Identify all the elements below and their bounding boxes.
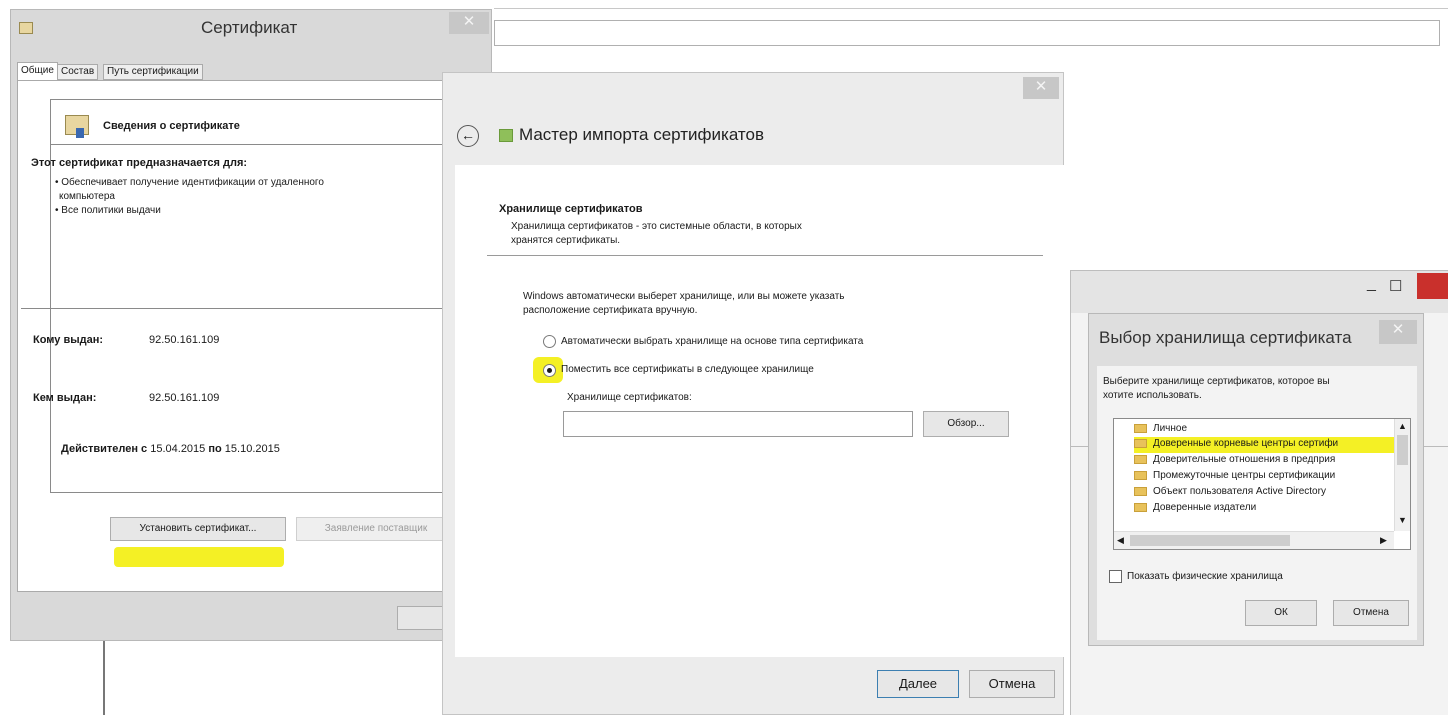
tree-item[interactable]: Промежуточные центры сертификации [1134,470,1335,481]
store-cancel-button[interactable]: Отмена [1333,600,1409,626]
minimize-button[interactable]: _ [1367,275,1387,299]
close-button[interactable]: ✕ [449,12,489,34]
show-physical-label: Показать физические хранилища [1127,571,1283,582]
certificate-dialog: Сертификат ✕ Общие Состав Путь сертифика… [10,9,492,641]
section-divider [487,255,1043,256]
purpose-item-2: • Все политики выдачи [55,205,161,216]
store-section-desc-1: Хранилища сертификатов - это системные о… [511,221,802,232]
certificate-info-heading: Сведения о сертификате [103,120,240,132]
browse-button[interactable]: Обзор... [923,411,1009,437]
purpose-heading: Этот сертификат предназначается для: [31,157,248,169]
store-field-label: Хранилище сертификатов: [567,392,692,403]
folder-icon [1134,486,1147,496]
store-dialog-title: Выбор хранилища сертификата [1099,328,1352,347]
issuer-statement-button: Заявление поставщик [296,517,456,541]
tree-item[interactable]: Объект пользователя Active Directory [1134,486,1326,497]
valid-from-label: Действителен с [61,443,148,455]
background-vertical-rule [103,640,105,715]
folder-icon [1134,502,1147,512]
issued-to-label: Кому выдан: [33,334,104,346]
certificate-icon [19,22,33,34]
back-button[interactable]: ← [457,125,479,147]
cancel-button[interactable]: Отмена [969,670,1055,698]
issued-by-label: Кем выдан: [33,392,97,404]
scroll-left-icon[interactable]: ◀ [1117,535,1124,546]
wizard-content: Хранилище сертификатов Хранилища сертифи… [455,165,1065,657]
tab-general[interactable]: Общие [17,62,58,80]
store-ok-button[interactable]: ОК [1245,600,1317,626]
purpose-item-1-cont: компьютера [59,191,115,202]
tree-item-label: Объект пользователя Active Directory [1153,486,1326,497]
radio-auto-store[interactable] [543,335,556,348]
scroll-thumb[interactable] [1397,435,1408,465]
show-physical-checkbox[interactable] [1109,570,1122,583]
vertical-scrollbar[interactable]: ▲ ▼ [1394,419,1410,531]
store-dialog-desc-2: хотите использовать. [1103,390,1202,401]
info-divider [51,144,489,145]
folder-icon [1134,454,1147,464]
details-divider [21,308,489,309]
tree-item-label: Личное [1153,423,1188,434]
info-box: Сведения о сертификате Этот сертификат п… [21,99,489,493]
folder-icon [1134,423,1147,433]
store-selection-dialog: Выбор хранилища сертификата ✕ Выберите х… [1088,313,1424,646]
store-section-heading: Хранилище сертификатов [499,203,643,215]
radio-auto-store-label: Автоматически выбрать хранилище на основ… [561,336,864,347]
wizard-title: Мастер импорта сертификатов [519,125,765,144]
import-wizard-dialog: ✕ ← Мастер импорта сертификатов Хранилищ… [442,72,1065,715]
wizard-icon [499,129,513,142]
scroll-up-icon[interactable]: ▲ [1398,421,1407,431]
tab-details[interactable]: Состав [57,64,99,80]
valid-to-value: 15.10.2015 [224,443,280,455]
purpose-item-1: • Обеспечивает получение идентификации о… [55,177,324,188]
tree-item[interactable]: Доверенные издатели [1134,502,1256,513]
store-dialog-desc-1: Выберите хранилище сертификатов, которое… [1103,376,1330,387]
store-intro-2: расположение сертификата вручную. [523,305,698,316]
close-red-button[interactable] [1417,273,1448,299]
folder-icon [1134,470,1147,480]
wizard-close-button[interactable]: ✕ [1023,77,1059,99]
store-dialog-body: Выберите хранилище сертификатов, которое… [1097,366,1417,640]
scroll-down-icon[interactable]: ▼ [1398,515,1407,525]
store-input[interactable] [563,411,913,437]
tree-item[interactable]: Доверительные отношения в предприя [1134,454,1335,465]
tree-item-label: Доверенные корневые центры сертифи [1153,438,1339,449]
store-dialog-close-button[interactable]: ✕ [1379,320,1417,344]
maximize-button[interactable]: ☐ [1389,277,1409,297]
tree-item-label: Доверенные издатели [1153,502,1257,513]
valid-to-label: по [208,443,222,455]
issued-by-value: 92.50.161.109 [149,392,220,404]
validity-row: Действителен с 15.04.2015 по 15.10.2015 [61,443,280,455]
next-button[interactable]: Далее [877,670,959,698]
store-intro-1: Windows автоматически выберет хранилище,… [523,291,845,302]
general-tab-panel: Сведения о сертификате Этот сертификат п… [17,80,489,592]
horizontal-scrollbar[interactable]: ◀ ▶ [1114,531,1394,549]
certificate-title: Сертификат [201,18,298,37]
background-address-bar [494,20,1440,46]
scroll-h-thumb[interactable] [1130,535,1290,546]
store-section-desc-2: хранятся сертификаты. [511,235,621,246]
issued-to-value: 92.50.161.109 [149,334,220,346]
store-tree[interactable]: Личное Доверенные корневые центры сертиф… [1113,418,1411,550]
radio-manual-store-label: Поместить все сертификаты в следующее хр… [561,364,814,375]
tree-item[interactable]: Личное [1134,423,1187,434]
certificate-info-icon [65,115,89,138]
valid-from-value: 15.04.2015 [150,443,206,455]
tree-item[interactable]: Доверенные корневые центры сертифи [1134,438,1338,449]
background-separator [494,8,1448,9]
tab-certification-path[interactable]: Путь сертификации [103,64,203,80]
install-button-highlight [114,547,284,567]
tree-item-label: Доверительные отношения в предприя [1153,454,1336,465]
radio-manual-store[interactable] [543,364,556,377]
install-certificate-button[interactable]: Установить сертификат... [110,517,286,541]
tree-item-label: Промежуточные центры сертификации [1153,470,1336,481]
scroll-right-icon[interactable]: ▶ [1380,535,1387,546]
folder-icon [1134,438,1147,448]
